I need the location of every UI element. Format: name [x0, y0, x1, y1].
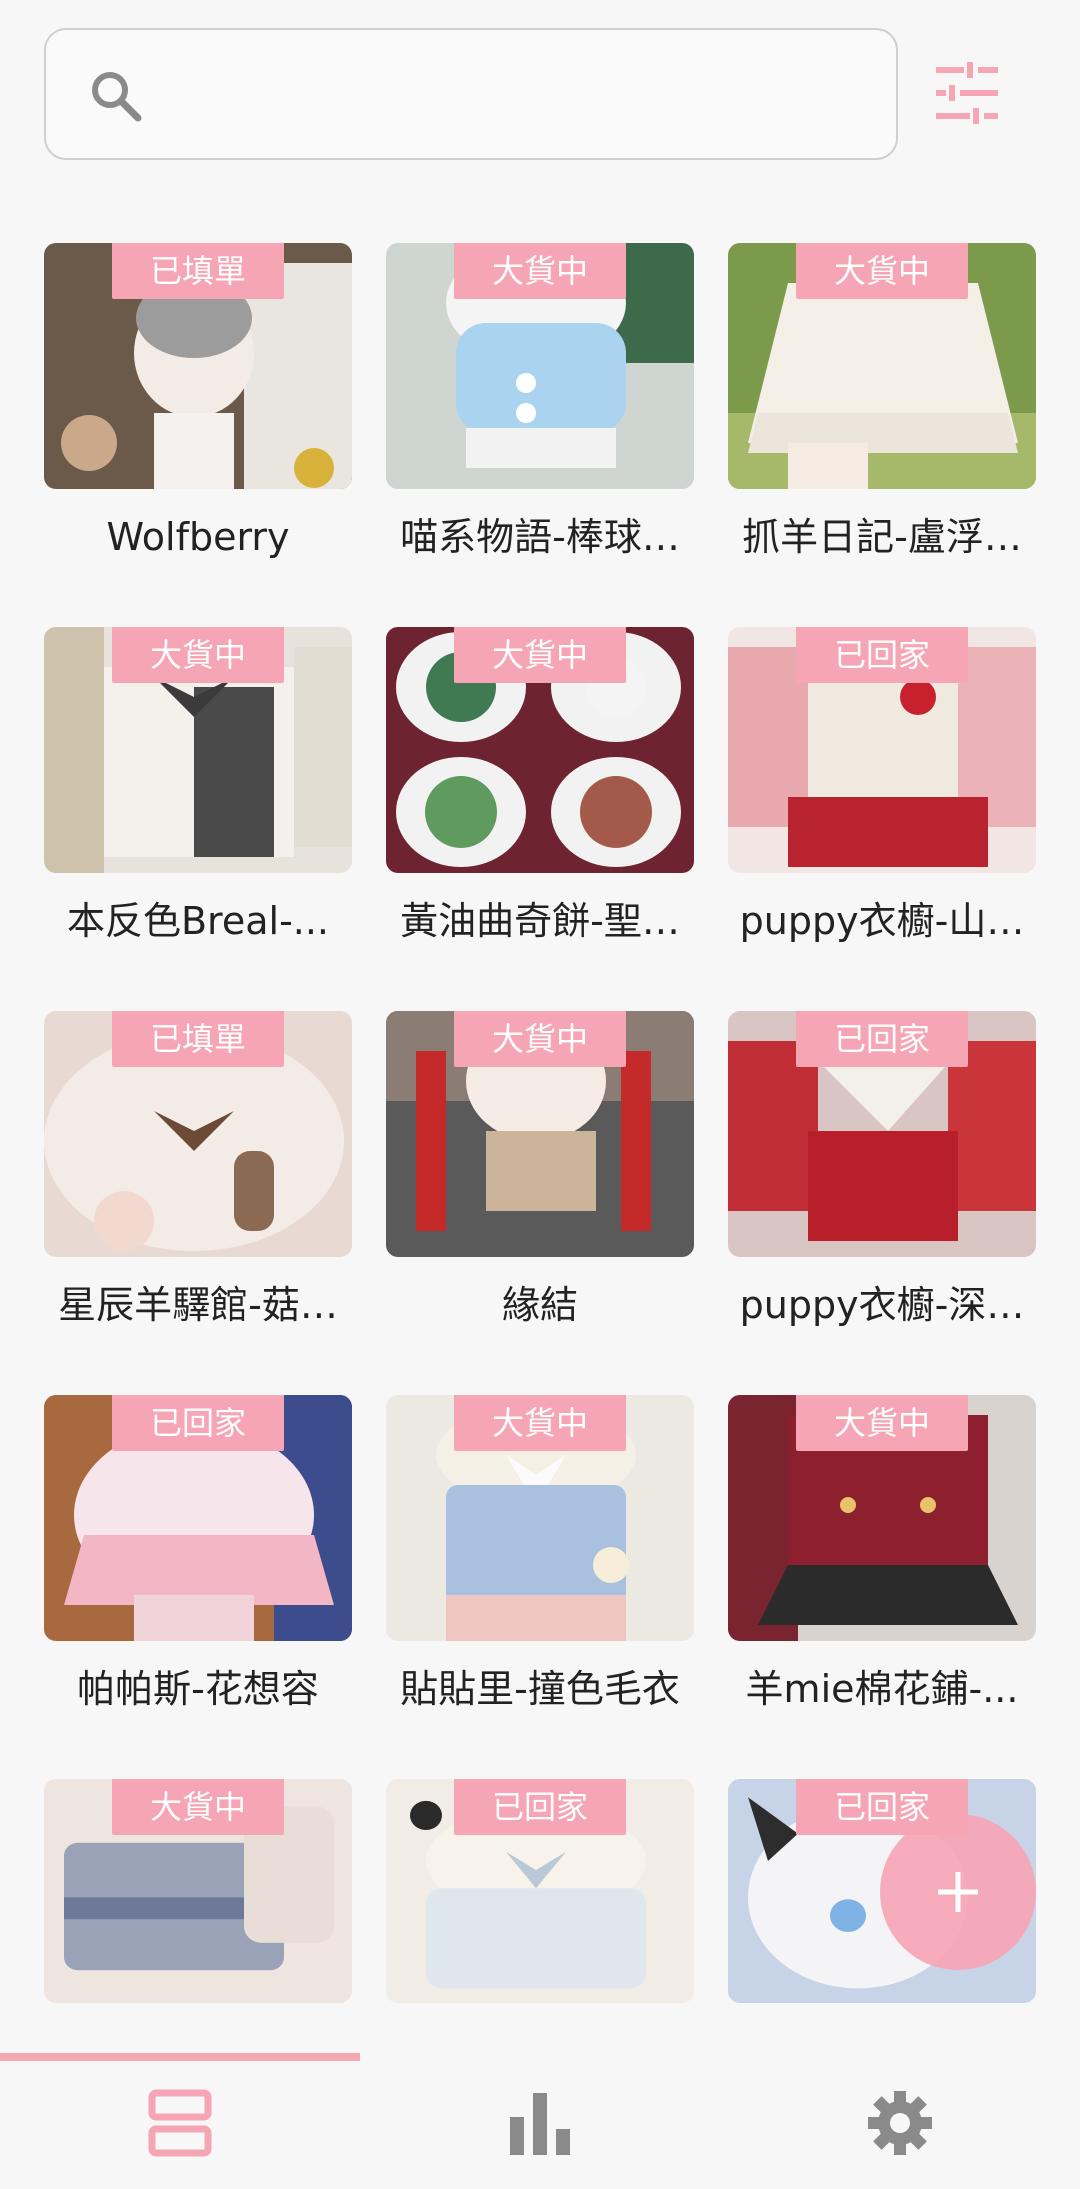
bottom-nav [0, 2053, 1080, 2189]
status-badge: 已填單 [112, 243, 284, 299]
tab-statistics[interactable] [360, 2061, 720, 2189]
item-image: 大貨中 [44, 1779, 352, 2003]
item-image: 已填單 [44, 1011, 352, 1257]
item-image: 大貨中 [728, 243, 1036, 489]
status-badge: 大貨中 [112, 627, 284, 683]
item-card[interactable]: 大貨中 緣結 [386, 1011, 694, 1341]
status-badge: 大貨中 [454, 1011, 626, 1067]
item-card[interactable]: 已回家 puppy衣櫥-山… [728, 627, 1036, 957]
tune-icon[interactable] [932, 62, 1002, 124]
tab-list[interactable] [0, 2061, 360, 2189]
item-image: 大貨中 [728, 1395, 1036, 1641]
item-card[interactable]: 已回家 帕帕斯-花想容 [44, 1395, 352, 1725]
status-badge: 大貨中 [796, 1395, 968, 1451]
item-card[interactable]: 大貨中 喵系物語-棒球… [386, 243, 694, 573]
search-icon [92, 72, 142, 122]
item-image: 大貨中 [386, 1011, 694, 1257]
item-image: 已回家 [728, 1011, 1036, 1257]
status-badge: 大貨中 [454, 627, 626, 683]
status-badge: 已回家 [112, 1395, 284, 1451]
search-input[interactable] [44, 28, 898, 160]
active-tab-indicator [0, 2053, 360, 2061]
status-badge: 已回家 [454, 1779, 626, 1835]
item-card[interactable]: 大貨中 黃油曲奇餅-聖… [386, 627, 694, 957]
item-card[interactable]: 大貨中 本反色Breal-... [44, 627, 352, 957]
item-image: 大貨中 [386, 627, 694, 873]
item-title: 緣結 [501, 1283, 578, 1327]
item-title: Wolfberry [106, 515, 290, 559]
item-card[interactable]: 大貨中 抓羊日記-盧浮… [728, 243, 1036, 573]
item-title: 黃油曲奇餅-聖… [400, 899, 680, 943]
status-badge: 大貨中 [796, 243, 968, 299]
item-title: 本反色Breal-... [66, 899, 330, 943]
item-title: 羊mie棉花鋪-... [745, 1667, 1019, 1711]
item-title: 喵系物語-棒球… [400, 515, 680, 559]
item-image: 已回家 [386, 1779, 694, 2003]
item-title: 星辰羊驛館-菇… [58, 1283, 338, 1327]
item-card[interactable]: 大貨中 羊mie棉花鋪-... [728, 1395, 1036, 1725]
gear-icon [868, 2091, 932, 2155]
item-title: 抓羊日記-盧浮… [742, 515, 1022, 559]
item-image: 已回家 [728, 627, 1036, 873]
item-card[interactable]: 已填單 星辰羊驛館-菇… [44, 1011, 352, 1341]
status-badge: 大貨中 [454, 243, 626, 299]
item-image: 大貨中 [386, 243, 694, 489]
item-title: puppy衣櫥-山… [739, 899, 1025, 943]
item-image: 已填單 [44, 243, 352, 489]
status-badge: 大貨中 [454, 1395, 626, 1451]
tab-settings[interactable] [720, 2061, 1080, 2189]
item-card[interactable]: 已填單 Wolfberry [44, 243, 352, 573]
status-badge: 已回家 [796, 1011, 968, 1067]
list-icon [148, 2089, 212, 2157]
item-card[interactable]: 大貨中 貼貼里-撞色毛衣 [386, 1395, 694, 1725]
item-image: 大貨中 [44, 627, 352, 873]
status-badge: 已填單 [112, 1011, 284, 1067]
item-card[interactable]: 已回家 puppy衣櫥-深… [728, 1011, 1036, 1341]
status-badge: 大貨中 [112, 1779, 284, 1835]
status-badge: 已回家 [796, 627, 968, 683]
item-title: 帕帕斯-花想容 [77, 1667, 319, 1711]
item-image: 已回家 [44, 1395, 352, 1641]
add-button[interactable] [880, 1814, 1036, 1970]
plus-icon [938, 1872, 978, 1912]
item-title: 貼貼里-撞色毛衣 [400, 1667, 680, 1711]
item-title: puppy衣櫥-深… [739, 1283, 1025, 1327]
bar-chart-icon [510, 2093, 570, 2155]
item-image: 大貨中 [386, 1395, 694, 1641]
